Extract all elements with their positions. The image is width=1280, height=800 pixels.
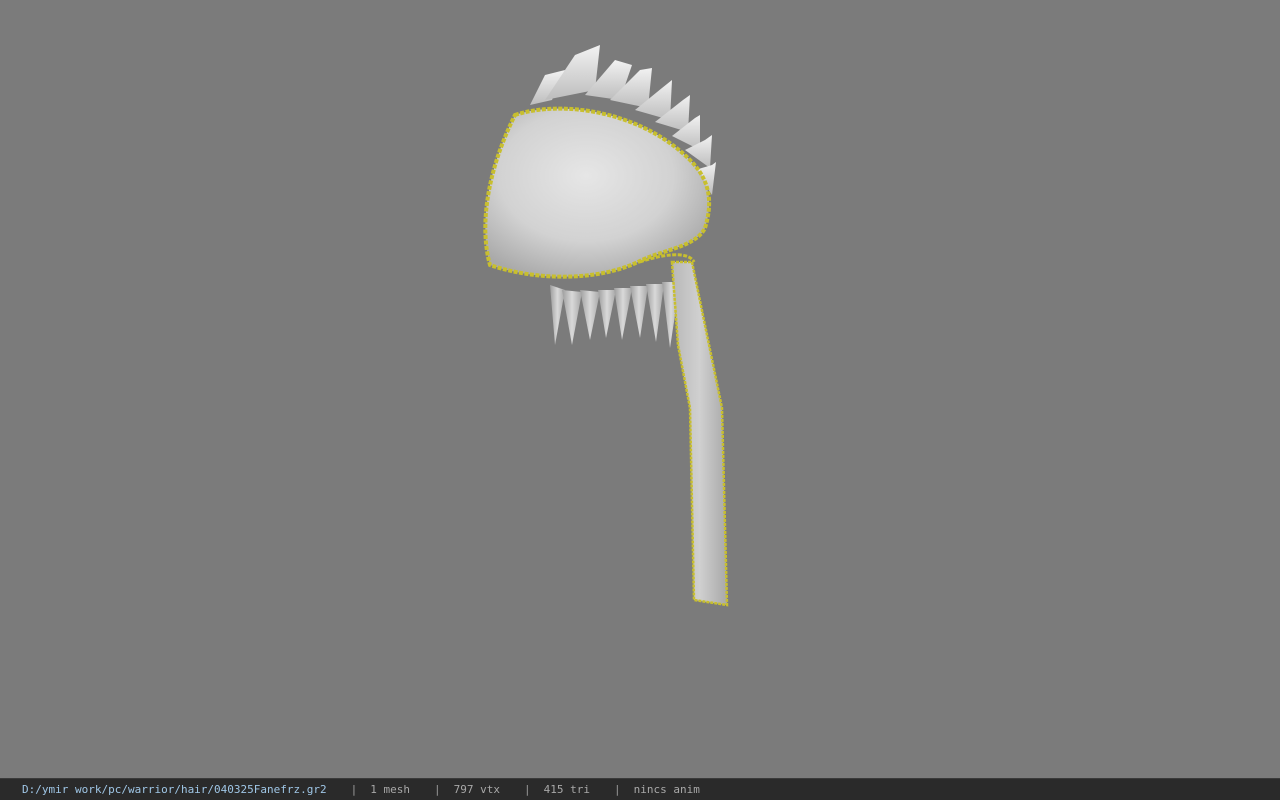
file-path-text: D:/ymir work/pc/warrior/hair/040325Fanef… — [22, 783, 327, 796]
3d-viewport[interactable] — [0, 0, 1280, 778]
lower-spikes — [550, 282, 680, 348]
hair-mesh-model — [483, 45, 729, 607]
status-separator: | — [350, 783, 358, 796]
vertex-count-text: 797 vtx — [453, 783, 500, 796]
hanging-strand — [670, 260, 729, 607]
status-bar: D:/ymir work/pc/warrior/hair/040325Fanef… — [0, 778, 1280, 800]
status-separator: | — [613, 783, 621, 796]
mesh-count-text: 1 mesh — [370, 783, 411, 796]
status-separator: | — [434, 783, 441, 796]
anim-status-text: nincs anim — [633, 783, 700, 796]
status-separator: | — [524, 783, 531, 796]
triangle-count-text: 415 tri — [543, 783, 590, 796]
